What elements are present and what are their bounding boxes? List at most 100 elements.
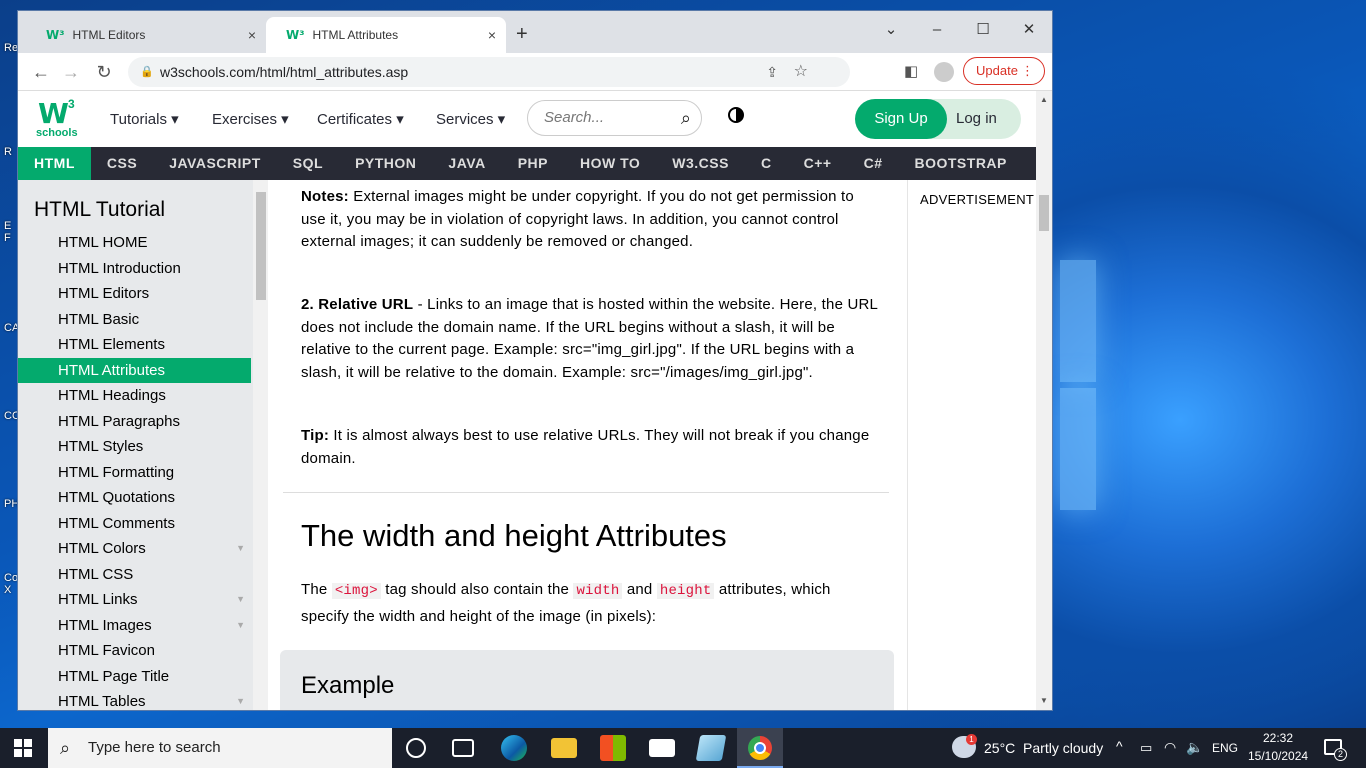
more-menu-icon[interactable]: ⋮ xyxy=(1021,58,1034,84)
chrome-window: W³ HTML Editors × W³ HTML Attributes × +… xyxy=(17,10,1053,711)
close-window-button[interactable]: ✕ xyxy=(1006,15,1052,45)
sidebar-scrollbar-thumb[interactable] xyxy=(256,192,266,300)
sidebar-item[interactable]: HTML Page Title xyxy=(18,664,251,689)
close-icon[interactable]: × xyxy=(248,27,256,43)
page-scrollbar-thumb[interactable] xyxy=(1039,195,1049,231)
maximize-button[interactable]: ☐ xyxy=(960,15,1006,45)
desktop-icon-label[interactable]: Re xyxy=(4,42,18,54)
clock-time[interactable]: 22:32 xyxy=(1263,731,1293,745)
sidebar-item-label: HTML Colors xyxy=(58,540,146,557)
lang-html[interactable]: HTML xyxy=(18,147,91,180)
reload-icon[interactable]: ↻ xyxy=(93,61,115,83)
close-icon[interactable]: × xyxy=(488,27,496,43)
share-icon[interactable]: ⇪ xyxy=(766,57,778,87)
address-bar[interactable]: 🔒 w3schools.com/html/html_attributes.asp… xyxy=(128,57,850,87)
sidebar-item[interactable]: HTML Quotations xyxy=(18,485,251,510)
sidebar-item[interactable]: HTML Colors ▼ xyxy=(18,536,251,561)
dark-mode-toggle-icon[interactable] xyxy=(728,107,744,123)
sidebar-scrollbar[interactable] xyxy=(253,180,268,710)
lang-cpp[interactable]: C++ xyxy=(788,147,848,180)
search-icon[interactable]: ⌕ xyxy=(681,101,691,135)
sidebar-item[interactable]: HTML Tables ▼ xyxy=(18,689,251,710)
file-explorer-icon[interactable] xyxy=(551,738,577,758)
scroll-up-icon[interactable]: ▲ xyxy=(1040,95,1048,104)
sidebar-item[interactable]: HTML Introduction xyxy=(18,256,251,281)
lang-php[interactable]: PHP xyxy=(502,147,564,180)
notepad-icon[interactable] xyxy=(695,735,727,761)
sidebar-item[interactable]: HTML Editors xyxy=(18,281,251,306)
profile-avatar-icon[interactable] xyxy=(934,62,954,82)
battery-icon[interactable]: ▭ xyxy=(1140,740,1152,756)
code-img: <img> xyxy=(331,583,381,599)
sidebar-item[interactable]: HTML Formatting xyxy=(18,460,251,485)
tab-html-editors[interactable]: W³ HTML Editors × xyxy=(26,17,266,53)
clock-date[interactable]: 15/10/2024 xyxy=(1248,749,1308,763)
site-search-input[interactable]: Search... ⌕ xyxy=(527,100,702,136)
chevron-down-icon[interactable]: ▼ xyxy=(236,613,245,638)
sidebar-item[interactable]: HTML Favicon xyxy=(18,638,251,663)
volume-icon[interactable]: 🔈 xyxy=(1186,739,1203,756)
bookmark-star-icon[interactable]: ☆ xyxy=(794,57,808,87)
page-scrollbar[interactable]: ▲ ▼ xyxy=(1036,91,1052,710)
lang-c[interactable]: C xyxy=(745,147,788,180)
sidebar-item[interactable]: HTML Headings xyxy=(18,383,251,408)
menu-exercises[interactable]: Exercises ▾ xyxy=(212,110,289,128)
lang-csharp[interactable]: C# xyxy=(848,147,899,180)
mail-icon[interactable] xyxy=(649,739,675,757)
desktop-icon-label[interactable]: EF xyxy=(4,220,11,244)
lang-javascript[interactable]: JAVASCRIPT xyxy=(153,147,277,180)
minimize-button[interactable]: – xyxy=(914,15,960,45)
sidebar-item[interactable]: HTML CSS xyxy=(18,562,251,587)
width-height-paragraph: The <img> tag should also contain the wi… xyxy=(301,577,881,629)
update-button[interactable]: Update ⋮ xyxy=(963,57,1045,85)
network-icon[interactable]: ◠ xyxy=(1164,739,1176,756)
edge-icon[interactable] xyxy=(501,735,527,761)
chevron-down-icon[interactable]: ▼ xyxy=(236,689,245,710)
lang-bootstrap[interactable]: BOOTSTRAP xyxy=(898,147,1022,180)
chrome-taskbar-button[interactable] xyxy=(737,728,783,768)
sidebar-item[interactable]: HTML Basic xyxy=(18,307,251,332)
task-view-icon[interactable] xyxy=(452,739,474,757)
sidebar-item[interactable]: HTML Comments xyxy=(18,511,251,536)
sidebar-item-label: HTML Links xyxy=(58,591,138,608)
lang-python[interactable]: PYTHON xyxy=(339,147,432,180)
tab-html-attributes[interactable]: W³ HTML Attributes × xyxy=(266,17,506,53)
menu-tutorials[interactable]: Tutorials ▾ xyxy=(110,110,179,128)
lang-css[interactable]: CSS xyxy=(91,147,153,180)
sidebar-item[interactable]: HTML Paragraphs xyxy=(18,409,251,434)
start-windows-icon[interactable] xyxy=(14,739,32,757)
new-tab-button[interactable]: + xyxy=(516,23,528,46)
menu-services[interactable]: Services ▾ xyxy=(436,110,505,128)
text: The xyxy=(301,581,332,598)
tab-search-button[interactable]: ⌄ xyxy=(868,15,914,45)
lang-java[interactable]: JAVA xyxy=(432,147,501,180)
forward-arrow-icon[interactable]: → xyxy=(60,61,82,83)
w3schools-logo[interactable]: W 3 schools xyxy=(36,97,80,141)
lang-howto[interactable]: HOW TO xyxy=(564,147,656,180)
sidebar-item[interactable]: HTML HOME xyxy=(18,230,251,255)
sidebar-item-active[interactable]: HTML Attributes xyxy=(18,357,251,383)
desktop-icon-label[interactable]: Co X xyxy=(4,572,18,596)
sidebar-item[interactable]: HTML Styles xyxy=(18,434,251,459)
desktop-icon-label[interactable]: R xyxy=(4,146,12,158)
tip-paragraph: Tip: It is almost always best to use rel… xyxy=(301,425,881,470)
chevron-down-icon[interactable]: ▼ xyxy=(236,587,245,612)
lang-w3css[interactable]: W3.CSS xyxy=(656,147,745,180)
side-panel-icon[interactable]: ◧ xyxy=(904,62,918,80)
chevron-down-icon[interactable]: ▼ xyxy=(236,536,245,561)
cortana-icon[interactable] xyxy=(406,738,426,758)
back-arrow-icon[interactable]: ← xyxy=(30,61,52,83)
chevron-up-icon[interactable]: ^ xyxy=(1116,738,1123,754)
sidebar-item[interactable]: HTML Images ▼ xyxy=(18,613,251,638)
sidebar-item[interactable]: HTML Links ▼ xyxy=(18,587,251,612)
signup-button[interactable]: Sign Up xyxy=(855,99,947,139)
microsoft-store-icon[interactable] xyxy=(600,735,626,761)
tab-label: HTML Attributes xyxy=(312,28,399,42)
taskbar-search-box[interactable]: ⌕ Type here to search xyxy=(48,728,392,768)
lang-sql[interactable]: SQL xyxy=(277,147,339,180)
menu-certificates[interactable]: Certificates ▾ xyxy=(317,110,404,128)
scroll-down-icon[interactable]: ▼ xyxy=(1040,696,1048,705)
sidebar-item[interactable]: HTML Elements xyxy=(18,332,251,357)
weather-text[interactable]: 25°C Partly cloudy xyxy=(984,740,1103,756)
language-indicator[interactable]: ENG xyxy=(1212,741,1238,755)
